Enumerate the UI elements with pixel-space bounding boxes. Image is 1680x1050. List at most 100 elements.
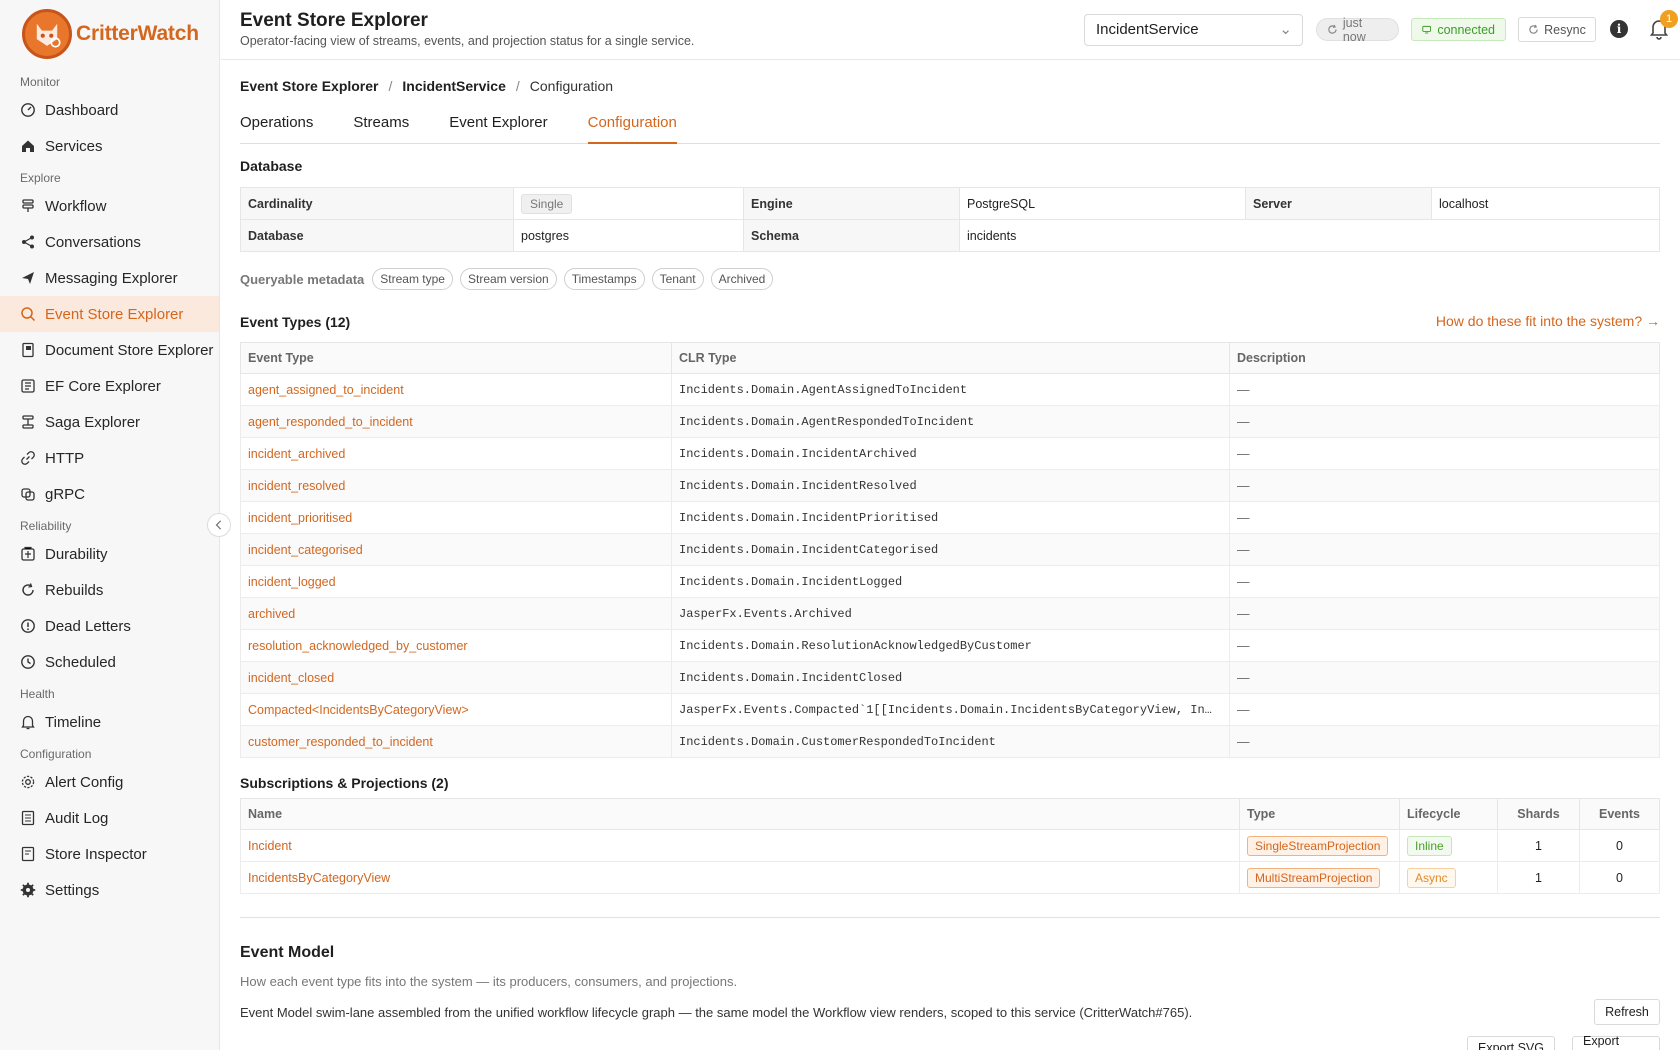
projection-type-badge: SingleStreamProjection	[1247, 835, 1389, 856]
metadata-chip: Stream version	[459, 268, 557, 290]
event-type-link[interactable]: incident_closed	[240, 661, 672, 694]
connection-status-badge: connected	[1411, 18, 1506, 41]
column-header-events: Events	[1579, 798, 1660, 830]
table-row: incident_resolved Incidents.Domain.Incide…	[240, 469, 1660, 502]
event-type-link[interactable]: incident_logged	[240, 565, 672, 598]
page-title: Event Store Explorer	[240, 10, 428, 31]
workflow-icon	[20, 198, 36, 214]
export-svg-button[interactable]: Export SVG	[1467, 1036, 1555, 1050]
breadcrumb-service-link[interactable]: IncidentService	[402, 78, 506, 94]
sidebar-item-label: Saga Explorer	[45, 413, 141, 431]
brand-logo[interactable]: CritterWatch	[0, 0, 219, 68]
sidebar-item-http[interactable]: HTTP	[0, 440, 219, 476]
tab-configuration[interactable]: Configuration	[587, 110, 677, 144]
projection-type-cell: MultiStreamProjection	[1239, 861, 1400, 894]
event-types-body: agent_assigned_to_incident Incidents.Doma…	[240, 373, 1660, 758]
sidebar-item-scheduled[interactable]: Scheduled	[0, 644, 219, 680]
description-cell: —	[1229, 469, 1660, 502]
sidebar-collapse-button[interactable]	[207, 513, 231, 537]
database-label: Database	[240, 219, 514, 252]
tab-operations[interactable]: Operations	[240, 110, 313, 144]
event-type-link[interactable]: incident_categorised	[240, 533, 672, 566]
description-cell: —	[1229, 437, 1660, 470]
brand-name: CritterWatch	[76, 22, 199, 45]
chevron-left-icon	[215, 520, 222, 530]
sidebar-item-label: EF Core Explorer	[45, 377, 161, 395]
engine-value: PostgreSQL	[959, 187, 1246, 220]
export-png-button[interactable]: Export PNG	[1572, 1034, 1660, 1050]
grpc-icon	[20, 486, 36, 502]
sidebar-item-conversations[interactable]: Conversations	[0, 224, 219, 260]
event-type-link[interactable]: incident_resolved	[240, 469, 672, 502]
last-updated-badge: just now	[1316, 15, 1399, 44]
description-cell: —	[1229, 373, 1660, 406]
sidebar-item-saga-explorer[interactable]: Saga Explorer	[0, 404, 219, 440]
events-value: 0	[1579, 829, 1660, 862]
subscriptions-table: Name Type Lifecycle Shards Events Incide…	[240, 798, 1660, 894]
event-type-link[interactable]: agent_assigned_to_incident	[240, 373, 672, 406]
event-model-link[interactable]: How do these fit into the system? →	[1436, 313, 1660, 329]
event-type-link[interactable]: archived	[240, 597, 672, 630]
event-type-link[interactable]: incident_archived	[240, 437, 672, 470]
sidebar-item-ef-core-explorer[interactable]: EF Core Explorer	[0, 368, 219, 404]
lifecycle-cell: Async	[1399, 861, 1498, 894]
column-header-clr-type: CLR Type	[671, 342, 1230, 374]
resync-button[interactable]: Resync	[1518, 17, 1596, 42]
clr-type-cell: Incidents.Domain.IncidentPrioritised	[671, 501, 1230, 534]
column-header-event-type: Event Type	[240, 342, 672, 374]
database-row: Cardinality Single Engine PostgreSQL Ser…	[240, 187, 1660, 220]
event-type-link[interactable]: resolution_acknowledged_by_customer	[240, 629, 672, 662]
sidebar-item-workflow[interactable]: Workflow	[0, 188, 219, 224]
sidebar-item-durability[interactable]: Durability	[0, 536, 219, 572]
table-row: customer_responded_to_incident Incidents.…	[240, 725, 1660, 758]
service-select[interactable]: IncidentService ⌄	[1084, 14, 1303, 46]
breadcrumb-root-link[interactable]: Event Store Explorer	[240, 78, 379, 94]
event-type-link[interactable]: agent_responded_to_incident	[240, 405, 672, 438]
clr-type-cell: Incidents.Domain.IncidentClosed	[671, 661, 1230, 694]
table-row: incident_archived Incidents.Domain.Incide…	[240, 437, 1660, 470]
projection-name-link[interactable]: Incident	[240, 829, 1240, 862]
sidebar-item-rebuilds[interactable]: Rebuilds	[0, 572, 219, 608]
sidebar-item-alert-config[interactable]: Alert Config	[0, 764, 219, 800]
last-updated-text: just now	[1342, 15, 1366, 44]
alert-icon	[20, 618, 36, 634]
sidebar-item-audit-log[interactable]: Audit Log	[0, 800, 219, 836]
saga-icon	[20, 414, 36, 430]
clr-type-cell: Incidents.Domain.CustomerRespondedToInci…	[671, 725, 1230, 758]
page-subtitle: Operator-facing view of streams, events,…	[240, 34, 695, 48]
clr-type-cell: Incidents.Domain.IncidentArchived	[671, 437, 1230, 470]
refresh-button[interactable]: Refresh	[1594, 999, 1660, 1025]
metadata-chip: Stream type	[372, 268, 453, 290]
sidebar-item-label: Dead Letters	[45, 617, 131, 635]
event-type-link[interactable]: Compacted<IncidentsByCategoryView>	[240, 693, 672, 726]
event-type-link[interactable]: customer_responded_to_incident	[240, 725, 672, 758]
lifecycle-badge: Inline	[1407, 835, 1452, 856]
event-model-subtitle: How each event type fits into the system…	[240, 974, 738, 989]
sidebar-item-dead-letters[interactable]: Dead Letters	[0, 608, 219, 644]
column-header-description: Description	[1229, 342, 1660, 374]
server-label: Server	[1245, 187, 1432, 220]
info-icon[interactable]: i	[1610, 20, 1628, 38]
clr-type-cell: Incidents.Domain.IncidentLogged	[671, 565, 1230, 598]
cardinality-label: Cardinality	[240, 187, 514, 220]
sidebar-item-services[interactable]: Services	[0, 128, 219, 164]
sidebar-item-settings[interactable]: Settings	[0, 872, 219, 908]
tab-event-explorer[interactable]: Event Explorer	[449, 110, 547, 144]
sidebar-item-store-inspector[interactable]: Store Inspector	[0, 836, 219, 872]
projection-name-link[interactable]: IncidentsByCategoryView	[240, 861, 1240, 894]
sidebar-item-event-store-explorer[interactable]: Event Store Explorer	[0, 296, 219, 332]
sidebar-item-label: Alert Config	[45, 773, 124, 791]
sidebar-item-dashboard[interactable]: Dashboard	[0, 92, 219, 128]
sidebar-nav: Monitor Dashboard Services Explore Workflow C…	[0, 72, 219, 908]
sidebar-item-label: Dashboard	[45, 101, 119, 119]
tab-streams[interactable]: Streams	[353, 110, 409, 144]
column-header-type: Type	[1239, 798, 1400, 830]
sidebar-item-document-store-explorer[interactable]: Document Store Explorer	[0, 332, 219, 368]
event-type-link[interactable]: incident_prioritised	[240, 501, 672, 534]
sidebar-item-messaging-explorer[interactable]: Messaging Explorer	[0, 260, 219, 296]
sidebar-item-grpc[interactable]: gRPC	[0, 476, 219, 512]
table-row: incident_categorised Incidents.Domain.Inc…	[240, 533, 1660, 566]
sidebar-item-timeline[interactable]: Timeline	[0, 704, 219, 740]
sidebar-item-label: Rebuilds	[45, 581, 104, 599]
server-value: localhost	[1431, 187, 1660, 220]
